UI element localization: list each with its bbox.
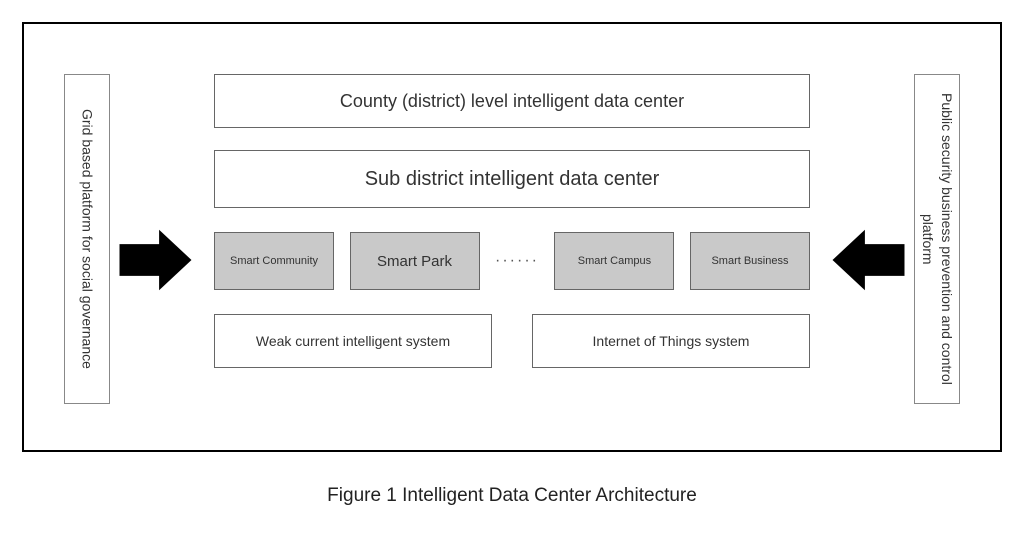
tier1-label: County (district) level intelligent data… (340, 91, 684, 112)
smart-business-label: Smart Business (711, 255, 788, 267)
weak-current-label: Weak current intelligent system (256, 333, 450, 349)
right-side-panel: Public security business prevention and … (914, 74, 960, 404)
iot-box: Internet of Things system (532, 314, 810, 368)
left-side-panel-label: Grid based platform for social governanc… (78, 109, 97, 369)
smart-campus-box: Smart Campus (554, 232, 674, 290)
tier2-box: Sub district intelligent data center (214, 150, 810, 208)
tier2-label: Sub district intelligent data center (365, 168, 660, 191)
arrow-left-icon (831, 224, 906, 296)
right-side-panel-label: Public security business prevention and … (918, 75, 956, 403)
left-side-panel: Grid based platform for social governanc… (64, 74, 110, 404)
bottom-row: Weak current intelligent system Internet… (214, 314, 810, 368)
smart-community-label: Smart Community (230, 255, 318, 267)
tier1-box: County (district) level intelligent data… (214, 74, 810, 128)
smart-park-box: Smart Park (350, 232, 480, 290)
iot-label: Internet of Things system (593, 333, 750, 349)
smart-community-box: Smart Community (214, 232, 334, 290)
ellipsis-dots: ······ (495, 252, 539, 270)
center-column: County (district) level intelligent data… (214, 74, 810, 420)
arrow-right-icon (118, 224, 193, 296)
diagram-outer-frame: Grid based platform for social governanc… (22, 22, 1002, 452)
smart-campus-label: Smart Campus (578, 255, 651, 267)
smart-row: Smart Community Smart Park ······ Smart … (214, 230, 810, 292)
weak-current-box: Weak current intelligent system (214, 314, 492, 368)
figure-caption: Figure 1 Intelligent Data Center Archite… (0, 485, 1024, 507)
smart-business-box: Smart Business (690, 232, 810, 290)
smart-park-label: Smart Park (377, 253, 452, 270)
